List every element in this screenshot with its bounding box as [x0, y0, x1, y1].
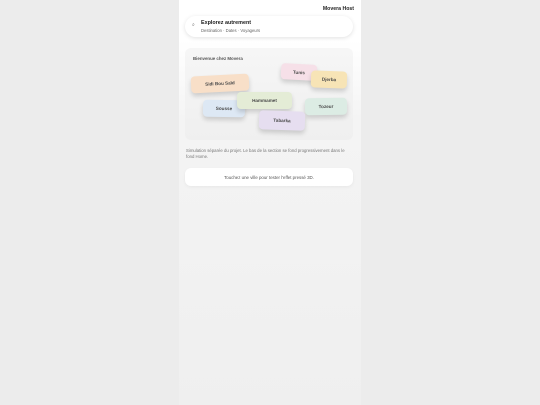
city-tile-label: Sousse: [215, 105, 233, 112]
search-bar[interactable]: ⌕ Explorez autrement Destination · Dates…: [185, 16, 353, 37]
touch-hint-box: Touchez une ville pour tester l'effet pr…: [185, 168, 353, 186]
city-tile-label: Tunis: [292, 69, 306, 75]
simulation-note: Simulation séparée du projet. Le bas de …: [186, 148, 345, 159]
city-tile-tozeur[interactable]: Tozeur: [304, 97, 348, 116]
city-tile-hammamet[interactable]: Hammamet: [237, 92, 292, 109]
city-tile-tabarka[interactable]: Tabarka: [258, 110, 306, 131]
phone-screen: Movera Host ⌕ Explorez autrement Destina…: [179, 0, 361, 405]
city-tile-djerba[interactable]: Djerba: [310, 70, 348, 89]
welcome-title: Bienvenue chez Movera: [193, 56, 243, 61]
search-subtitle: Destination · Dates · Voyageurs: [201, 28, 261, 33]
touch-hint-text: Touchez une ville pour tester l'effet pr…: [224, 174, 314, 180]
search-icon: ⌕: [192, 22, 195, 28]
city-tile-label: Djerba: [321, 76, 337, 83]
city-tile-label: Tozeur: [318, 103, 334, 110]
host-label[interactable]: Movera Host: [323, 6, 354, 12]
city-tile-sidi-bou-said[interactable]: Sidi Bou Saïd: [190, 73, 250, 94]
city-tile-label: Sidi Bou Saïd: [205, 80, 235, 87]
city-tile-label: Tabarka: [273, 117, 291, 124]
welcome-card: Bienvenue chez Movera Tunis Djerba Sidi …: [185, 48, 353, 140]
search-title: Explorez autrement: [201, 20, 252, 26]
city-tile-label: Hammamet: [252, 98, 277, 103]
